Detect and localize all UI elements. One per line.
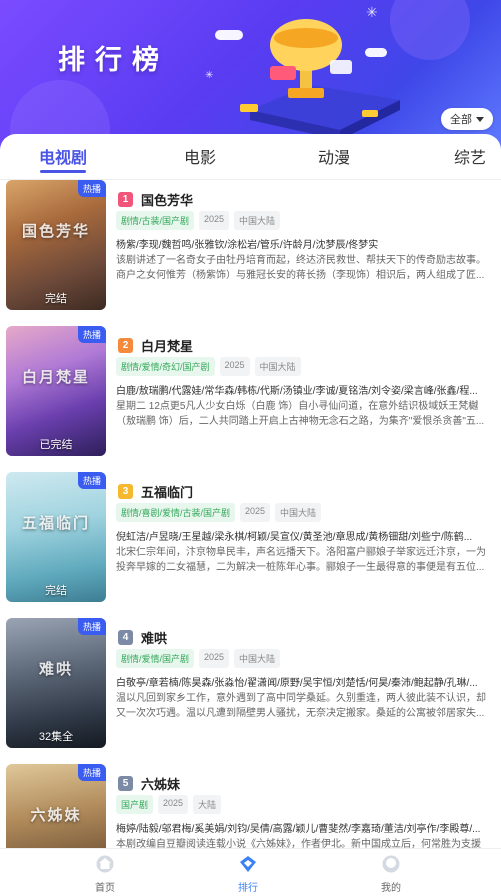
cast-list: 白敬亭/章若楠/陈昊森/张淼怡/翟潇闻/原野/吴宇恒/刘楚恬/何昊/秦沛/鲍起静… xyxy=(116,678,478,689)
bottom-nav: 首页 排行 我的 xyxy=(0,848,501,896)
item-title[interactable]: 难哄 xyxy=(141,628,167,647)
filter-dropdown[interactable]: 全部 xyxy=(441,108,493,130)
active-tab-indicator xyxy=(40,170,86,173)
genre-tag: 剧情/古装/国产剧 xyxy=(116,211,195,230)
rank-badge: 1 xyxy=(118,192,133,207)
tag-row: 剧情/爱情/国产剧 2025 中国大陆 xyxy=(116,649,281,668)
sparkle-icon: ✳ xyxy=(366,4,378,20)
rank-badge: 5 xyxy=(118,776,133,791)
tag-row: 国产剧 2025 大陆 xyxy=(116,795,222,814)
year-tag: 2025 xyxy=(199,211,230,230)
region-tag: 大陆 xyxy=(193,795,222,814)
list-item[interactable]: 国色芳华 热播 完结 1 国色芳华 剧情/古装/国产剧 2025 中国大陆 杨紫/李现/魏哲鸣/… xyxy=(0,180,501,326)
tag-row: 剧情/古装/国产剧 2025 中国大陆 xyxy=(116,211,281,230)
poster-image[interactable]: 难哄 热播 32集全 xyxy=(6,618,106,748)
nav-label: 排行 xyxy=(238,883,258,894)
rank-badge: 4 xyxy=(118,630,133,645)
genre-tag: 剧情/喜剧/爱情/古装/国产剧 xyxy=(116,503,236,522)
episode-status: 32集全 xyxy=(38,731,74,743)
tab-anime[interactable]: 动漫 xyxy=(318,144,350,168)
list-item[interactable]: 五福临门 热播 完结 3 五福临门 剧情/喜剧/爱情/古装/国产剧 2025 中国大陆 倪虹洁/… xyxy=(0,472,501,618)
region-tag: 中国大陆 xyxy=(234,649,281,668)
poster-artwork-text: 六姊妹 xyxy=(30,807,82,824)
banner: ✳ ✳ 排行榜 全部 xyxy=(0,0,501,150)
region-tag: 中国大陆 xyxy=(234,211,281,230)
list-item[interactable]: 六姊妹 热播 5 六姊妹 国产剧 2025 大陆 梅婷/陆毅/邬君梅/奚美娟/刘钧/吴倩/高露… xyxy=(0,764,501,848)
rank-badge: 2 xyxy=(118,338,133,353)
nav-label: 我的 xyxy=(381,883,401,894)
poster-image[interactable]: 六姊妹 热播 xyxy=(6,764,106,848)
year-tag: 2025 xyxy=(219,357,250,376)
cloud-decoration xyxy=(365,48,387,57)
nav-label: 首页 xyxy=(95,883,115,894)
list-item[interactable]: 白月梵星 热播 已完结 2 白月梵星 剧情/爱情/奇幻/国产剧 2025 中国大陆 白鹿/敖瑞鹏… xyxy=(0,326,501,472)
page-title: 排行榜 xyxy=(58,45,169,76)
list-item[interactable]: 难哄 热播 32集全 4 难哄 剧情/爱情/国产剧 2025 中国大陆 白敬亭/章若楠/陈昊森/… xyxy=(0,618,501,764)
ranking-list: 国色芳华 热播 完结 1 国色芳华 剧情/古装/国产剧 2025 中国大陆 杨紫/李现/魏哲鸣/… xyxy=(0,180,501,848)
description: 本剧改编自豆瓣阅读连载小说《六姊妹》，作者伊北。新中国成立后，何常胜为支援 xyxy=(116,839,481,848)
description: 北宋仁宗年间，汴京物阜民丰，声名远播天下。洛阳富户郦娘子举家远迁汴京，一为投奔早… xyxy=(116,547,486,573)
tag-row: 剧情/爱情/奇幻/国产剧 2025 中国大陆 xyxy=(116,357,301,376)
poster-artwork-text: 白月梵星 xyxy=(21,369,90,386)
profile-icon xyxy=(382,855,400,873)
category-tabs: 电视剧 电影 动漫 综艺 xyxy=(0,134,501,180)
hot-badge: 热播 xyxy=(77,326,106,343)
episode-status: 完结 xyxy=(45,293,67,305)
cast-list: 白鹿/敖瑞鹏/代露娃/常华森/韩栋/代斯/汤镇业/李诚/夏铭浩/刘令姿/梁言峰/… xyxy=(116,386,478,397)
ranking-icon xyxy=(240,856,256,872)
poster-image[interactable]: 五福临门 热播完结 xyxy=(6,472,106,602)
tab-variety[interactable]: 综艺 xyxy=(454,144,486,168)
home-icon xyxy=(96,855,114,873)
nav-home[interactable]: 首页 xyxy=(75,855,135,894)
description: 星期二 12点更5凡人少女白烁（白鹿 饰）自小寻仙问道，在意外结识极域妖王梵樾（… xyxy=(116,401,485,427)
episode-status: 完结 xyxy=(45,585,67,597)
sparkle-icon: ✳ xyxy=(205,70,214,81)
tab-tv[interactable]: 电视剧 xyxy=(39,144,87,168)
hot-badge: 热播 xyxy=(77,180,106,197)
year-tag: 2025 xyxy=(240,503,271,522)
nav-ranking[interactable]: 排行 xyxy=(218,855,278,894)
hot-badge: 热播 xyxy=(77,472,106,489)
poster-image[interactable]: 白月梵星 热播已完结 xyxy=(6,326,106,456)
tag-row: 剧情/喜剧/爱情/古装/国产剧 2025 中国大陆 xyxy=(116,503,322,522)
item-title[interactable]: 五福临门 xyxy=(141,482,193,501)
tab-movie[interactable]: 电影 xyxy=(184,144,216,168)
genre-tag: 剧情/爱情/国产剧 xyxy=(116,649,195,668)
caret-down-icon xyxy=(476,116,484,122)
poster-artwork-text: 国色芳华 xyxy=(21,223,90,240)
episode-status: 已完结 xyxy=(39,439,73,451)
filter-label: 全部 xyxy=(450,114,472,126)
nav-profile[interactable]: 我的 xyxy=(361,855,421,894)
description: 温以凡回到家乡工作，意外遇到了高中同学桑延。久别重逢，两人彼此装不认识，却又一次… xyxy=(116,693,486,719)
year-tag: 2025 xyxy=(199,649,230,668)
cast-list: 倪虹洁/卢昱晓/王星越/梁永棋/柯颖/吴宣仪/黄圣池/章思成/黄杨钿甜/刘些宁/… xyxy=(116,532,473,543)
description: 该剧讲述了一名奇女子由牡丹培育而起，终达济民救世、帮扶天下的传奇励志故事。商户之… xyxy=(116,255,486,281)
genre-tag: 国产剧 xyxy=(116,795,154,814)
cast-list: 杨紫/李现/魏哲鸣/张雅钦/涂松岩/管乐/许龄月/沈梦辰/佟梦实 xyxy=(116,240,379,251)
hot-badge: 热播 xyxy=(77,764,106,781)
rank-badge: 3 xyxy=(118,484,133,499)
poster-artwork-text: 难哄 xyxy=(38,661,73,678)
poster-image[interactable]: 国色芳华 热播完结 xyxy=(6,180,106,310)
genre-tag: 剧情/爱情/奇幻/国产剧 xyxy=(116,357,215,376)
cast-list: 梅婷/陆毅/邬君梅/奚美娟/刘钧/吴倩/高露/颖儿/曹斐然/李嘉琦/董洁/刘亭作… xyxy=(116,824,481,835)
item-title[interactable]: 六姊妹 xyxy=(141,774,180,793)
item-title[interactable]: 国色芳华 xyxy=(141,190,193,209)
cloud-decoration xyxy=(215,30,243,40)
region-tag: 中国大陆 xyxy=(254,357,301,376)
year-tag: 2025 xyxy=(158,795,189,814)
region-tag: 中国大陆 xyxy=(275,503,322,522)
hot-badge: 热播 xyxy=(77,618,106,635)
item-title[interactable]: 白月梵星 xyxy=(141,336,193,355)
poster-artwork-text: 五福临门 xyxy=(21,515,90,532)
